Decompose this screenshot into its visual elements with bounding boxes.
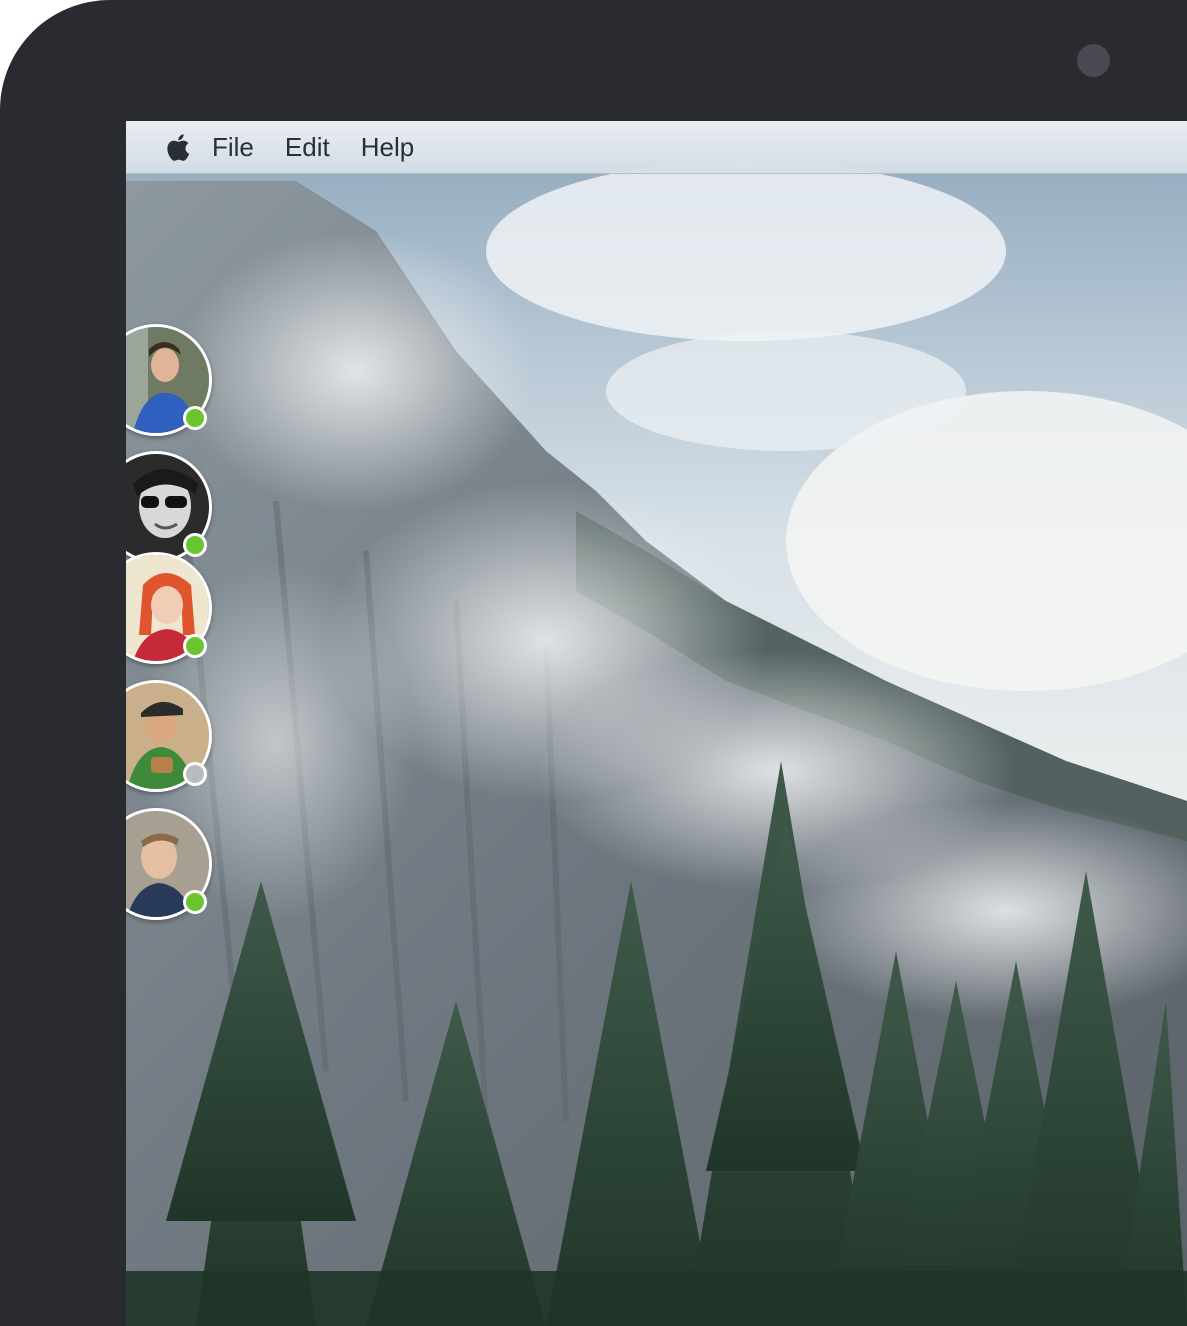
camera-icon: [1077, 44, 1110, 77]
status-online-indicator: [183, 890, 207, 914]
status-online-indicator: [183, 406, 207, 430]
device-bezel: File Edit Help: [0, 0, 1187, 1326]
friend-item[interactable]: [126, 451, 212, 563]
menu-bar: File Edit Help: [126, 121, 1187, 174]
friend-item[interactable]: [126, 808, 212, 920]
desktop-wallpaper: [126, 121, 1187, 1326]
friend-item[interactable]: [126, 680, 212, 792]
friend-item[interactable]: [126, 552, 212, 664]
friends-list: [126, 121, 220, 1326]
menu-edit[interactable]: Edit: [285, 121, 330, 173]
status-online-indicator: [183, 634, 207, 658]
menu-help[interactable]: Help: [361, 121, 414, 173]
friend-item[interactable]: [126, 324, 212, 436]
desktop-screen: File Edit Help: [126, 121, 1187, 1326]
status-offline-indicator: [183, 762, 207, 786]
